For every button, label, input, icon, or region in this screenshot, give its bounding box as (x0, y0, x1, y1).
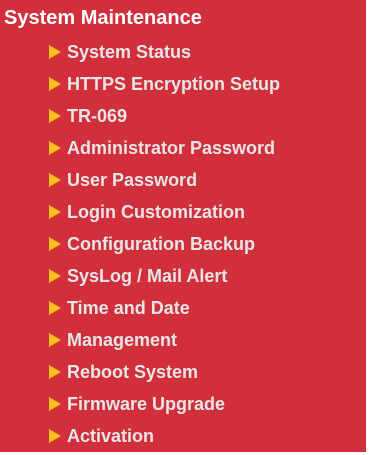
menu-item-firmware-upgrade[interactable]: Firmware Upgrade (0, 388, 366, 420)
system-maintenance-menu: System Maintenance System Status HTTPS E… (0, 0, 366, 452)
triangle-right-icon (49, 141, 61, 155)
menu-item-reboot-system[interactable]: Reboot System (0, 356, 366, 388)
triangle-right-icon (49, 77, 61, 91)
menu-item-management[interactable]: Management (0, 324, 366, 356)
triangle-right-icon (49, 237, 61, 251)
menu-item-label: Reboot System (67, 362, 199, 382)
menu-item-tr-069[interactable]: TR-069 (0, 100, 366, 132)
menu-item-label: Time and Date (67, 298, 190, 318)
menu-item-label: Administrator Password (67, 138, 276, 158)
menu-item-user-password[interactable]: User Password (0, 164, 366, 196)
triangle-right-icon (49, 205, 61, 219)
menu-item-label: Management (67, 330, 178, 350)
triangle-right-icon (49, 109, 61, 123)
triangle-right-icon (49, 173, 61, 187)
menu-title: System Maintenance (4, 7, 202, 29)
menu-item-label: Login Customization (67, 202, 245, 222)
triangle-right-icon (49, 429, 61, 443)
menu-item-label: Activation (67, 426, 155, 446)
menu-list: System Status HTTPS Encryption Setup TR-… (0, 36, 366, 452)
triangle-right-icon (49, 365, 61, 379)
triangle-right-icon (49, 45, 61, 59)
menu-item-login-customization[interactable]: Login Customization (0, 196, 366, 228)
triangle-right-icon (49, 269, 61, 283)
menu-item-label: HTTPS Encryption Setup (67, 74, 281, 94)
menu-item-label: System Status (67, 42, 192, 62)
menu-item-system-status[interactable]: System Status (0, 36, 366, 68)
menu-item-syslog-mail-alert[interactable]: SysLog / Mail Alert (0, 260, 366, 292)
menu-item-label: TR-069 (67, 106, 128, 126)
menu-item-configuration-backup[interactable]: Configuration Backup (0, 228, 366, 260)
menu-item-label: Configuration Backup (67, 234, 255, 254)
triangle-right-icon (49, 301, 61, 315)
menu-item-label: Firmware Upgrade (67, 394, 226, 414)
menu-item-activation[interactable]: Activation (0, 420, 366, 452)
menu-item-label: User Password (67, 170, 198, 190)
triangle-right-icon (49, 333, 61, 347)
triangle-right-icon (49, 397, 61, 411)
menu-item-label: SysLog / Mail Alert (67, 266, 228, 286)
menu-item-administrator-password[interactable]: Administrator Password (0, 132, 366, 164)
menu-item-https-encryption-setup[interactable]: HTTPS Encryption Setup (0, 68, 366, 100)
menu-item-time-and-date[interactable]: Time and Date (0, 292, 366, 324)
